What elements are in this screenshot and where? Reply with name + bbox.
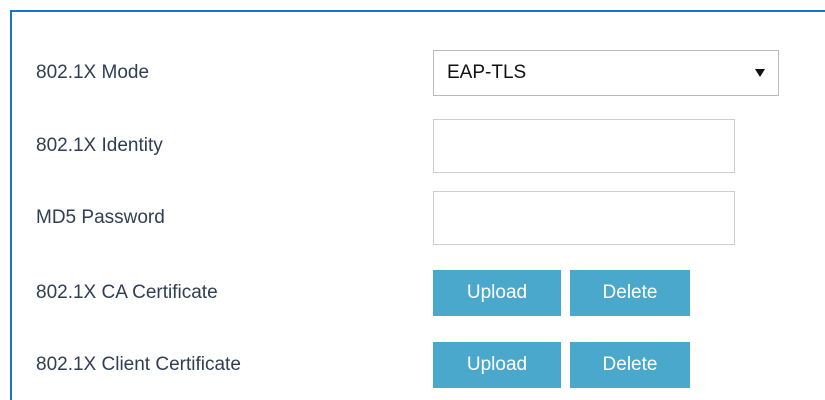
dropdown-arrow-icon bbox=[755, 69, 765, 77]
row-md5-password: MD5 Password bbox=[12, 188, 825, 248]
row-802-1x-mode: 802.1X Mode EAP-TLS bbox=[12, 43, 825, 103]
row-802-1x-identity: 802.1X Identity bbox=[12, 116, 825, 176]
md5-password-input[interactable] bbox=[433, 191, 735, 245]
ca-certificate-actions: Upload Delete bbox=[433, 270, 690, 316]
client-certificate-actions: Upload Delete bbox=[433, 342, 690, 388]
ca-certificate-label: 802.1X CA Certificate bbox=[36, 282, 218, 303]
client-upload-button[interactable]: Upload bbox=[433, 342, 561, 388]
row-ca-certificate: 802.1X CA Certificate Upload Delete bbox=[12, 263, 825, 323]
row-client-certificate: 802.1X Client Certificate Upload Delete bbox=[12, 335, 825, 395]
mode-select[interactable]: EAP-TLS bbox=[433, 50, 779, 96]
md5-password-label: MD5 Password bbox=[36, 207, 165, 228]
client-delete-button[interactable]: Delete bbox=[570, 342, 690, 388]
mode-selected-value: EAP-TLS bbox=[447, 62, 527, 83]
client-certificate-label: 802.1X Client Certificate bbox=[36, 354, 241, 375]
settings-panel: 802.1X Mode EAP-TLS 802.1X Identity MD5 … bbox=[10, 10, 825, 400]
identity-label: 802.1X Identity bbox=[36, 135, 163, 156]
ca-delete-button[interactable]: Delete bbox=[570, 270, 690, 316]
ca-upload-button[interactable]: Upload bbox=[433, 270, 561, 316]
identity-input[interactable] bbox=[433, 119, 735, 173]
mode-label: 802.1X Mode bbox=[36, 62, 150, 83]
